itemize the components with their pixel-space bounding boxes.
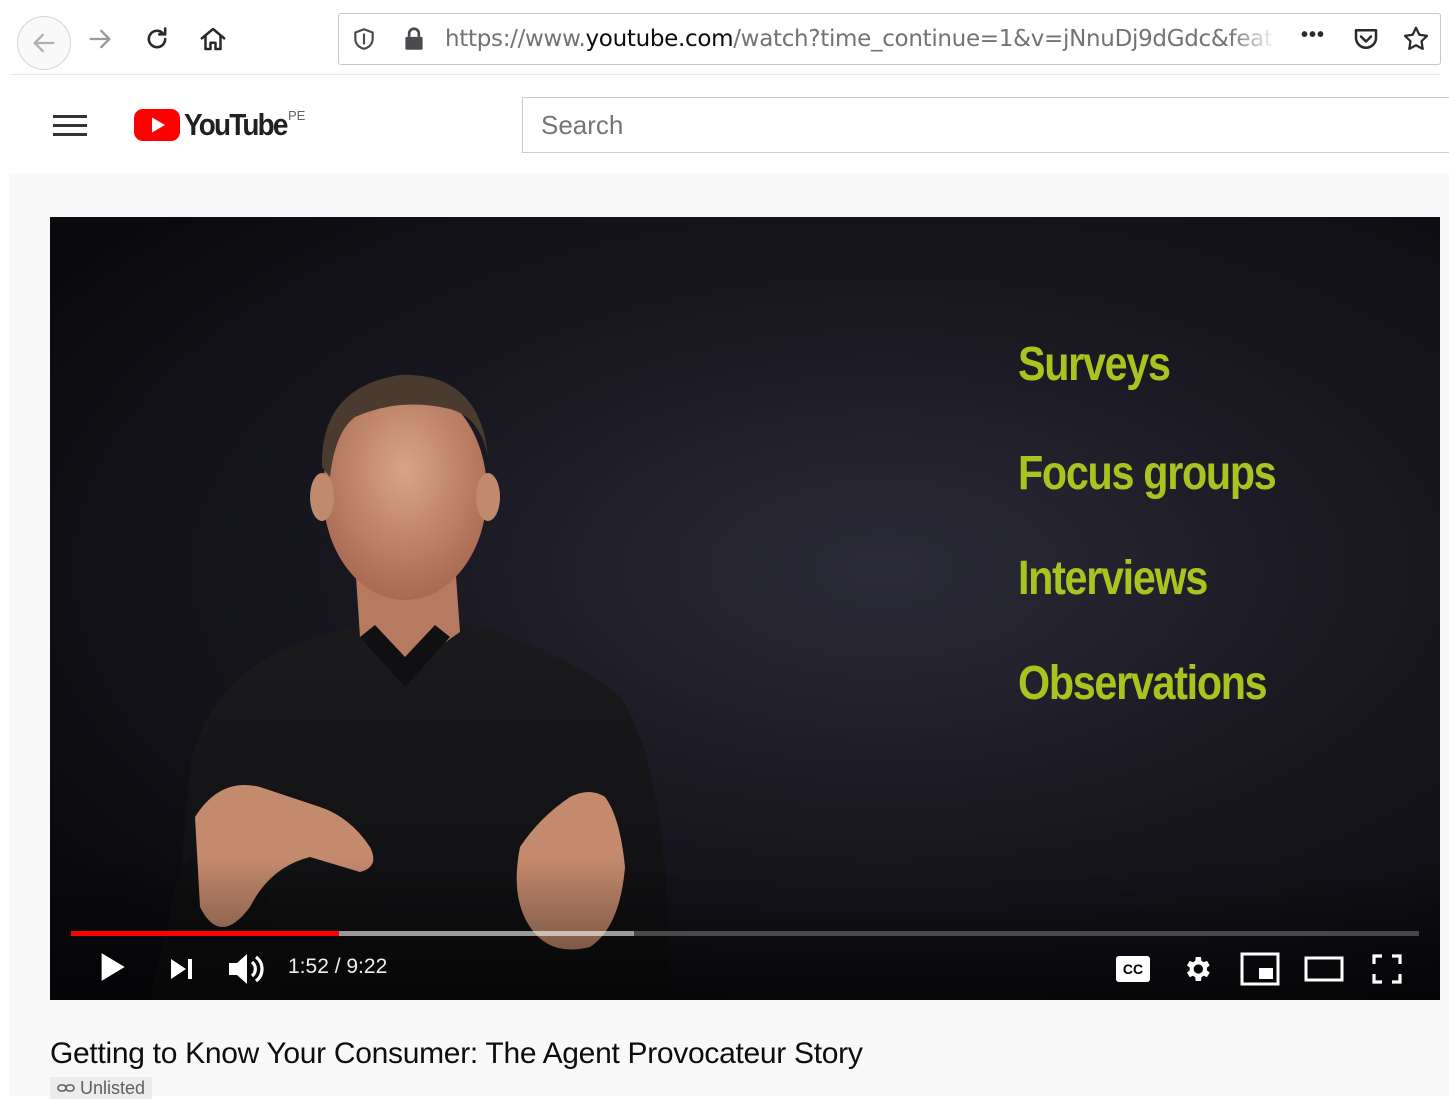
fullscreen-button[interactable] (1367, 950, 1407, 988)
volume-icon (229, 954, 264, 984)
play-button[interactable] (92, 947, 132, 987)
forward-button[interactable] (78, 17, 122, 61)
region-code: PE (288, 108, 306, 123)
skip-next-icon (171, 959, 192, 979)
captions-button[interactable]: CC (1113, 952, 1153, 986)
browser-toolbar: https://www.youtube.com/watch?time_conti… (0, 0, 1449, 78)
search-input[interactable] (523, 98, 1449, 152)
menu-icon[interactable] (53, 109, 87, 142)
url-bar[interactable]: https://www.youtube.com/watch?time_conti… (338, 13, 1441, 65)
progress-played (71, 931, 340, 936)
slide-item-surveys: Surveys (1018, 338, 1171, 391)
miniplayer-icon (1240, 952, 1280, 986)
theater-icon (1304, 956, 1344, 982)
url-path: /watch?time_continue=1&v=jNnuDj9dGdc&fea… (733, 26, 1275, 52)
miniplayer-button[interactable] (1240, 950, 1280, 988)
home-icon (200, 27, 226, 51)
volume-button[interactable] (224, 947, 268, 991)
reload-button[interactable] (135, 17, 179, 61)
toolbar-divider (10, 74, 1440, 75)
cc-icon: CC (1116, 956, 1150, 982)
url-fade (1229, 18, 1289, 60)
link-icon (57, 1084, 75, 1092)
shield-icon[interactable] (351, 26, 377, 57)
url-prefix: https://www. (445, 26, 586, 52)
back-button[interactable] (17, 16, 71, 70)
play-icon (101, 953, 125, 981)
reload-icon (147, 27, 167, 49)
video-player[interactable]: Surveys Focus groups Interviews Observat… (50, 217, 1440, 1000)
url-text[interactable]: https://www.youtube.com/watch?time_conti… (445, 26, 1275, 52)
cc-label: CC (1122, 961, 1144, 977)
slide-item-interviews: Interviews (1018, 552, 1208, 605)
search-box[interactable] (522, 97, 1449, 153)
progress-bar[interactable] (71, 931, 1419, 936)
lock-icon[interactable] (401, 25, 427, 58)
youtube-play-icon (134, 109, 180, 141)
pocket-icon[interactable] (1351, 24, 1381, 59)
arrow-left-icon (33, 33, 55, 53)
youtube-logo[interactable]: YouTube PE (134, 107, 306, 143)
slide-item-observations: Observations (1018, 657, 1268, 710)
next-button[interactable] (162, 949, 202, 989)
badge-label: Unlisted (80, 1077, 146, 1098)
video-title: Getting to Know Your Consumer: The Agent… (50, 1037, 863, 1070)
page-actions-button[interactable]: ••• (1301, 24, 1325, 47)
fullscreen-icon (1372, 954, 1402, 984)
bookmark-star-icon[interactable] (1401, 24, 1431, 59)
url-domain: youtube.com (585, 26, 734, 52)
gear-icon (1187, 957, 1210, 981)
slide-item-focus-groups: Focus groups (1018, 447, 1277, 500)
settings-button[interactable] (1177, 950, 1217, 988)
time-display: 1:52 / 9:22 (288, 955, 388, 978)
arrow-right-icon (89, 29, 111, 49)
home-button[interactable] (191, 17, 235, 61)
theater-mode-button[interactable] (1304, 952, 1344, 986)
logo-wordmark: YouTube (184, 107, 288, 142)
